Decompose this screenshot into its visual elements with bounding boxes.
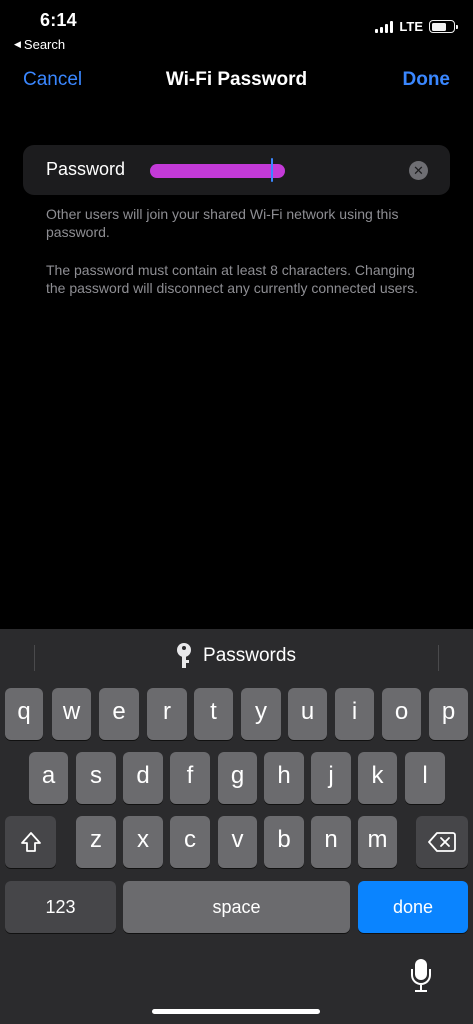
passwords-suggestion[interactable]: Passwords [0, 643, 473, 669]
key-icon [177, 643, 192, 669]
passwords-suggestion-label: Passwords [203, 645, 296, 666]
status-time: 6:14 [40, 10, 77, 30]
password-field[interactable]: Password ✕ [23, 145, 450, 195]
key-i[interactable]: i [335, 688, 374, 740]
key-x[interactable]: x [123, 816, 163, 868]
key-row-2: a s d f g h j k l [0, 752, 473, 804]
clear-text-icon[interactable]: ✕ [409, 161, 428, 180]
key-j[interactable]: j [311, 752, 351, 804]
key-row-3: z x c v b n m [0, 816, 473, 868]
backspace-icon [428, 832, 456, 852]
key-r[interactable]: r [147, 688, 187, 740]
password-label: Password [46, 159, 126, 179]
key-h[interactable]: h [264, 752, 304, 804]
network-type: LTE [399, 19, 423, 34]
info-note-requirements: The password must contain at least 8 cha… [46, 262, 418, 296]
keyboard: Passwords q w e r t y u i o p a s d f g … [0, 629, 473, 1024]
battery-icon [429, 20, 458, 33]
key-b[interactable]: b [264, 816, 304, 868]
key-z[interactable]: z [76, 816, 116, 868]
space-key[interactable]: space [123, 881, 350, 933]
key-v[interactable]: v [218, 816, 257, 868]
key-l[interactable]: l [405, 752, 445, 804]
key-m[interactable]: m [358, 816, 397, 868]
microphone-icon[interactable] [410, 959, 432, 995]
key-u[interactable]: u [288, 688, 327, 740]
back-triangle-icon: ◀ [14, 39, 21, 49]
key-row-1: q w e r t y u i o p [0, 688, 473, 740]
home-indicator [152, 1009, 320, 1014]
text-cursor [271, 158, 273, 182]
key-w[interactable]: w [52, 688, 91, 740]
info-note-share: Other users will join your shared Wi-Fi … [46, 206, 399, 240]
key-k[interactable]: k [358, 752, 397, 804]
key-t[interactable]: t [194, 688, 233, 740]
key-f[interactable]: f [170, 752, 210, 804]
key-p[interactable]: p [429, 688, 468, 740]
key-y[interactable]: y [241, 688, 281, 740]
key-d[interactable]: d [123, 752, 163, 804]
key-o[interactable]: o [382, 688, 421, 740]
back-label: Search [23, 37, 66, 52]
numbers-key[interactable]: 123 [5, 881, 116, 933]
key-row-4: 123 space done [0, 881, 473, 933]
password-redaction [150, 164, 285, 178]
shift-key[interactable] [5, 816, 56, 868]
key-n[interactable]: n [311, 816, 351, 868]
key-s[interactable]: s [76, 752, 116, 804]
status-indicators: LTE [375, 19, 458, 34]
key-e[interactable]: e [99, 688, 139, 740]
key-a[interactable]: a [29, 752, 68, 804]
nav-bar: Cancel Wi-Fi Password Done [0, 62, 473, 98]
keyboard-done-key[interactable]: done [358, 881, 468, 933]
delete-key[interactable] [416, 816, 468, 868]
back-to-search[interactable]: ◀ Search [14, 37, 65, 52]
shift-icon [20, 832, 41, 852]
key-q[interactable]: q [5, 688, 43, 740]
done-button[interactable]: Done [403, 69, 451, 91]
key-c[interactable]: c [170, 816, 210, 868]
signal-icon [375, 20, 394, 33]
suggestion-bar: Passwords [0, 629, 473, 685]
key-g[interactable]: g [218, 752, 257, 804]
